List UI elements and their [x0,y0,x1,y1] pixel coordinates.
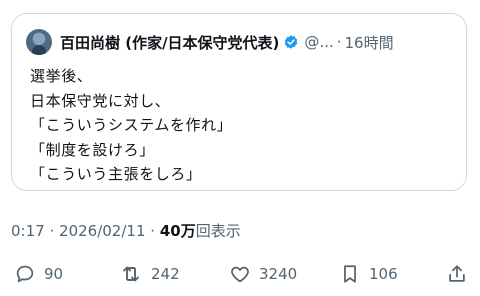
quoted-tweet-card[interactable]: 百田尚樹 (作家/日本保守党代表) @... · 16時間 選挙後、 日本保守党… [11,13,467,191]
heart-icon [231,266,249,283]
quoted-tweet-header: 百田尚樹 (作家/日本保守党代表) @... · 16時間 [26,28,454,56]
quoted-tweet-time[interactable]: 16時間 [345,32,394,53]
retweet-icon [123,266,139,282]
text-line: 「こういう主張をしろ」 [30,165,202,183]
bookmark-button[interactable]: 106 [339,262,398,286]
text-line: 「こういうシステムを作れ」 [30,116,233,134]
retweet-button[interactable]: 242 [119,262,180,286]
reply-count: 90 [44,265,64,283]
views-label: 回表示 [195,222,241,240]
reply-button[interactable]: 90 [14,262,63,286]
like-button[interactable]: 3240 [229,262,297,286]
text-line: 「制度を設けろ」 [30,140,155,159]
author-handle[interactable]: @... [304,33,333,51]
quoted-tweet-text: 選挙後、 日本保守党に対し、 「こういうシステムを作れ」 「制度を設けろ」 「こ… [30,64,454,187]
author-name[interactable]: 百田尚樹 (作家/日本保守党代表) [60,32,279,53]
retweet-count: 242 [151,265,180,283]
post-time[interactable]: 0:17 [11,222,45,240]
text-line: 選挙後、 [30,67,93,85]
post-date[interactable]: 2026/02/11 [59,222,145,240]
like-count: 3240 [259,265,298,283]
text-line: 日本保守党に対し、 [30,91,171,110]
verified-badge-icon [285,35,298,49]
reply-icon [16,265,34,283]
separator-dot: · [150,222,156,240]
avatar[interactable] [26,29,52,55]
share-icon [449,265,465,282]
share-button[interactable] [446,262,468,286]
bookmark-count: 106 [369,265,398,283]
separator-dot: · [49,222,55,240]
action-bar: 90 242 3240 106 [0,258,480,290]
tweet-metadata: 0:17 · 2026/02/11 · 40万回表示 [11,220,241,241]
views-count: 40万 [159,222,196,240]
bookmark-icon [344,265,356,283]
separator-dot: · [336,33,342,51]
